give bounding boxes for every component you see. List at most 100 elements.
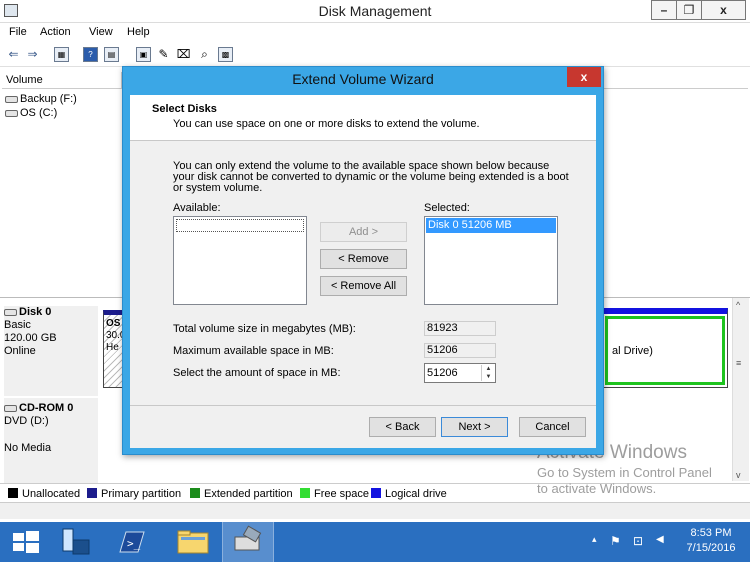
spin-up-icon[interactable]: ▲ xyxy=(482,365,495,373)
available-label: Available: xyxy=(173,202,221,214)
list-item[interactable]: Backup (F:) xyxy=(5,93,77,107)
scroll-grip-icon[interactable]: ≡ xyxy=(736,358,741,368)
dialog-separator xyxy=(130,405,596,406)
remove-all-button[interactable]: < Remove All xyxy=(320,276,407,296)
spin-down-icon[interactable]: ▼ xyxy=(482,373,495,381)
drive-icon xyxy=(5,95,18,103)
cdrom-label[interactable]: CD-ROM 0 DVD (D:) No Media xyxy=(4,398,98,483)
rescan-icon[interactable]: ▣ xyxy=(136,47,151,62)
drive-icon xyxy=(5,109,18,117)
legend-primary: Primary partition xyxy=(87,488,181,500)
partition-name: OS xyxy=(106,318,121,329)
scroll-down-icon[interactable]: v xyxy=(736,470,741,480)
watermark-line2: Go to System in Control Panel xyxy=(537,465,712,480)
dialog-title: Extend Volume Wizard xyxy=(292,71,434,87)
powershell-button[interactable]: >_ xyxy=(104,522,156,562)
menu-bar: File Action View Help xyxy=(0,23,750,43)
cdrom-name: CD-ROM 0 xyxy=(19,402,74,414)
disk-management-task-button[interactable] xyxy=(222,522,274,562)
remove-button[interactable]: < Remove xyxy=(320,249,407,269)
system-clock[interactable]: 8:53 PM 7/15/2016 xyxy=(678,526,744,556)
menu-help[interactable]: Help xyxy=(127,26,150,38)
open-folder-icon[interactable]: ⌧ xyxy=(176,47,191,62)
disk0-size: 120.00 GB xyxy=(4,332,57,344)
wizard-description: You can only extend the volume to the av… xyxy=(173,160,569,194)
partition-size: 30.0 xyxy=(106,330,125,341)
focus-rectangle xyxy=(176,219,304,232)
cdrom-status: No Media xyxy=(4,442,52,454)
legend-extended: Extended partition xyxy=(190,488,293,500)
toolbar: ⇐ ⇒ ▦ ? ▤ ▣ ✎ ⌧ ⌕ ▩ xyxy=(0,43,750,67)
file-explorer-button[interactable] xyxy=(168,522,220,562)
available-disks-list[interactable] xyxy=(173,216,307,305)
start-button[interactable] xyxy=(0,522,52,562)
add-button[interactable]: Add > xyxy=(320,222,407,242)
extend-volume-wizard-dialog: Extend Volume Wizard x Select Disks You … xyxy=(122,66,604,455)
powershell-icon: >_ xyxy=(119,531,145,553)
disk0-name: Disk 0 xyxy=(19,306,52,318)
spin-arrows[interactable]: ▲ ▼ xyxy=(481,365,495,381)
list-item[interactable]: OS (C:) xyxy=(5,107,57,121)
minimize-button[interactable]: – xyxy=(651,0,677,20)
taskbar: >_ ▴ ⚑ ⊡ ◀ 8:53 PM 7/15/2016 xyxy=(0,522,750,562)
disk-management-icon xyxy=(234,525,262,551)
amount-value[interactable]: 51206 xyxy=(427,367,458,379)
partition-logical-text: al Drive) xyxy=(605,316,725,385)
disk0-status: Online xyxy=(4,345,36,357)
legend-logical: Logical drive xyxy=(371,488,447,500)
properties-icon[interactable]: ▤ xyxy=(104,47,119,62)
legend-free: Free space xyxy=(300,488,369,500)
cdrom-icon xyxy=(4,404,17,412)
volume-name: OS (C:) xyxy=(20,107,58,119)
server-manager-button[interactable] xyxy=(52,522,104,562)
edit-icon[interactable]: ✎ xyxy=(156,47,171,62)
action-center-flag-icon[interactable]: ⚑ xyxy=(610,534,621,548)
maximize-button[interactable]: ❐ xyxy=(676,0,702,20)
max-space-label: Maximum available space in MB: xyxy=(173,345,334,357)
network-icon[interactable]: ⊡ xyxy=(633,534,643,548)
column-header-right xyxy=(600,72,748,89)
forward-arrow-icon[interactable]: ⇒ xyxy=(25,47,40,62)
back-arrow-icon[interactable]: ⇐ xyxy=(6,47,21,62)
window-title: Disk Management xyxy=(318,3,432,19)
cdrom-type: DVD (D:) xyxy=(4,415,49,427)
status-bar xyxy=(0,502,750,519)
selected-disk-item[interactable]: Disk 0 51206 MB xyxy=(426,218,556,233)
dialog-body: Select Disks You can use space on one or… xyxy=(130,95,596,448)
console-tree-icon[interactable]: ▦ xyxy=(54,47,69,62)
menu-file[interactable]: File xyxy=(9,26,27,38)
settings-icon[interactable]: ▩ xyxy=(218,47,233,62)
next-button[interactable]: Next > xyxy=(441,417,508,437)
cancel-button[interactable]: Cancel xyxy=(519,417,586,437)
wizard-subheading: You can use space on one or more disks t… xyxy=(173,118,480,130)
legend-unallocated: Unallocated xyxy=(8,488,80,500)
volume-icon[interactable]: ◀ xyxy=(656,534,664,545)
windows-logo-icon xyxy=(13,531,39,553)
disk0-label[interactable]: Disk 0 Basic 120.00 GB Online xyxy=(4,306,98,396)
close-button[interactable]: x xyxy=(701,0,746,20)
total-size-field: 81923 xyxy=(424,321,496,336)
total-size-label: Total volume size in megabytes (MB): xyxy=(173,323,356,335)
show-hidden-icons-icon[interactable]: ▴ xyxy=(592,534,597,545)
selected-disks-list[interactable]: Disk 0 51206 MB xyxy=(424,216,558,305)
wizard-heading: Select Disks xyxy=(152,103,217,115)
dialog-close-button[interactable]: x xyxy=(567,67,601,87)
column-header-volume[interactable]: Volume xyxy=(2,72,122,89)
menu-view[interactable]: View xyxy=(89,26,113,38)
disk-icon xyxy=(4,308,17,316)
svg-text:>_: >_ xyxy=(127,537,141,550)
amount-spinbox[interactable]: 51206 ▲ ▼ xyxy=(424,363,496,383)
scroll-up-icon[interactable]: ^ xyxy=(736,300,740,310)
partition-logical-drive[interactable]: al Drive) xyxy=(602,308,728,388)
vertical-scrollbar[interactable]: ^ ≡ v xyxy=(732,298,749,481)
menu-action[interactable]: Action xyxy=(40,26,71,38)
clock-date: 7/15/2016 xyxy=(686,542,736,554)
partition-status: He xyxy=(106,342,119,353)
back-button[interactable]: < Back xyxy=(369,417,436,437)
search-icon[interactable]: ⌕ xyxy=(197,47,212,62)
max-space-field: 51206 xyxy=(424,343,496,358)
main-title-bar: Disk Management – ❐ x xyxy=(0,0,750,23)
folder-icon xyxy=(177,530,209,554)
selected-label: Selected: xyxy=(424,202,470,214)
help-icon[interactable]: ? xyxy=(83,47,98,62)
